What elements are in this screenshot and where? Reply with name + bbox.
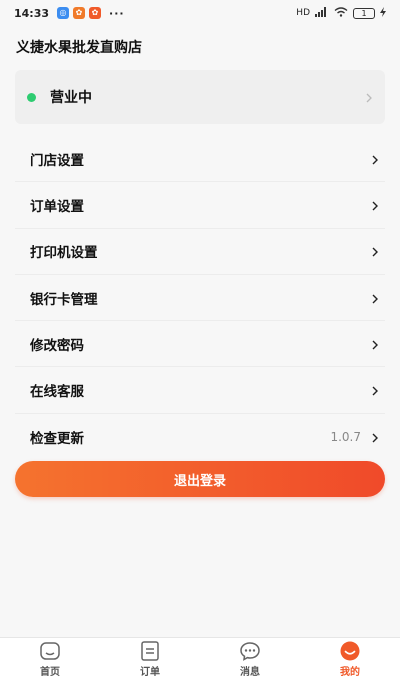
notification-app-icon: ✿	[73, 7, 86, 19]
open-status-indicator	[27, 92, 36, 102]
menu-item-label: 订单设置	[30, 198, 84, 215]
home-icon	[39, 641, 61, 661]
tab-label: 我的	[340, 666, 360, 678]
bottom-tab-bar: 首页 订单 消息 我的	[0, 637, 400, 680]
status-time: 14:33	[14, 6, 50, 20]
chevron-right-icon	[365, 93, 373, 103]
menu-item-label: 银行卡管理	[30, 291, 98, 308]
menu-item-label: 检查更新	[30, 430, 84, 447]
tab-orders[interactable]: 订单	[100, 638, 200, 680]
page-title: 义捷水果批发直购店	[16, 40, 142, 56]
notification-app-icon: ◎	[57, 7, 70, 19]
profile-icon	[339, 641, 361, 661]
tab-profile[interactable]: 我的	[300, 638, 400, 680]
chevron-right-icon	[371, 433, 379, 443]
menu-item-label: 门店设置	[30, 152, 84, 169]
business-status-label: 营业中	[50, 90, 92, 106]
tab-label: 首页	[40, 666, 60, 678]
signal-icon	[315, 6, 329, 20]
business-status-card[interactable]: 营业中	[15, 70, 385, 124]
menu-item-store-settings[interactable]: 门店设置	[15, 136, 385, 183]
status-right: HD 1	[296, 6, 386, 20]
tab-label: 订单	[140, 666, 160, 678]
menu-item-printer-settings[interactable]: 打印机设置	[15, 229, 385, 275]
message-icon	[239, 641, 261, 661]
app-version: 1.0.7	[330, 429, 361, 444]
chevron-right-icon	[371, 294, 379, 304]
menu-item-online-support[interactable]: 在线客服	[15, 367, 385, 414]
more-notifications-icon: ···	[109, 6, 125, 20]
chevron-right-icon	[371, 340, 379, 350]
menu-item-order-settings[interactable]: 订单设置	[15, 182, 385, 229]
tab-messages[interactable]: 消息	[200, 638, 300, 680]
order-icon	[139, 640, 161, 661]
menu-item-change-password[interactable]: 修改密码	[15, 321, 385, 368]
menu-item-check-update[interactable]: 检查更新 1.0.7	[15, 414, 385, 460]
chevron-right-icon	[371, 155, 379, 165]
chevron-right-icon	[371, 247, 379, 257]
settings-menu: 门店设置 订单设置 打印机设置 银行卡管理 修改密码 在线客服 检查更新 1.0…	[15, 136, 385, 460]
tab-label: 消息	[240, 666, 260, 678]
logout-button[interactable]: 退出登录	[15, 461, 385, 497]
charging-icon	[380, 6, 386, 20]
menu-item-bank-card[interactable]: 银行卡管理	[15, 275, 385, 322]
status-bar: 14:33 ◎ ✿ ✿ ··· HD 1	[0, 0, 400, 26]
network-label: HD	[296, 8, 310, 18]
wifi-icon	[334, 6, 348, 20]
chevron-right-icon	[371, 386, 379, 396]
tab-home[interactable]: 首页	[0, 638, 100, 680]
chevron-right-icon	[371, 201, 379, 211]
battery-level: 1	[361, 8, 367, 18]
menu-item-label: 打印机设置	[30, 245, 98, 262]
battery-icon: 1	[353, 7, 375, 19]
menu-item-label: 修改密码	[30, 337, 84, 354]
notification-app-icon: ✿	[89, 7, 102, 19]
menu-item-label: 在线客服	[30, 384, 84, 401]
